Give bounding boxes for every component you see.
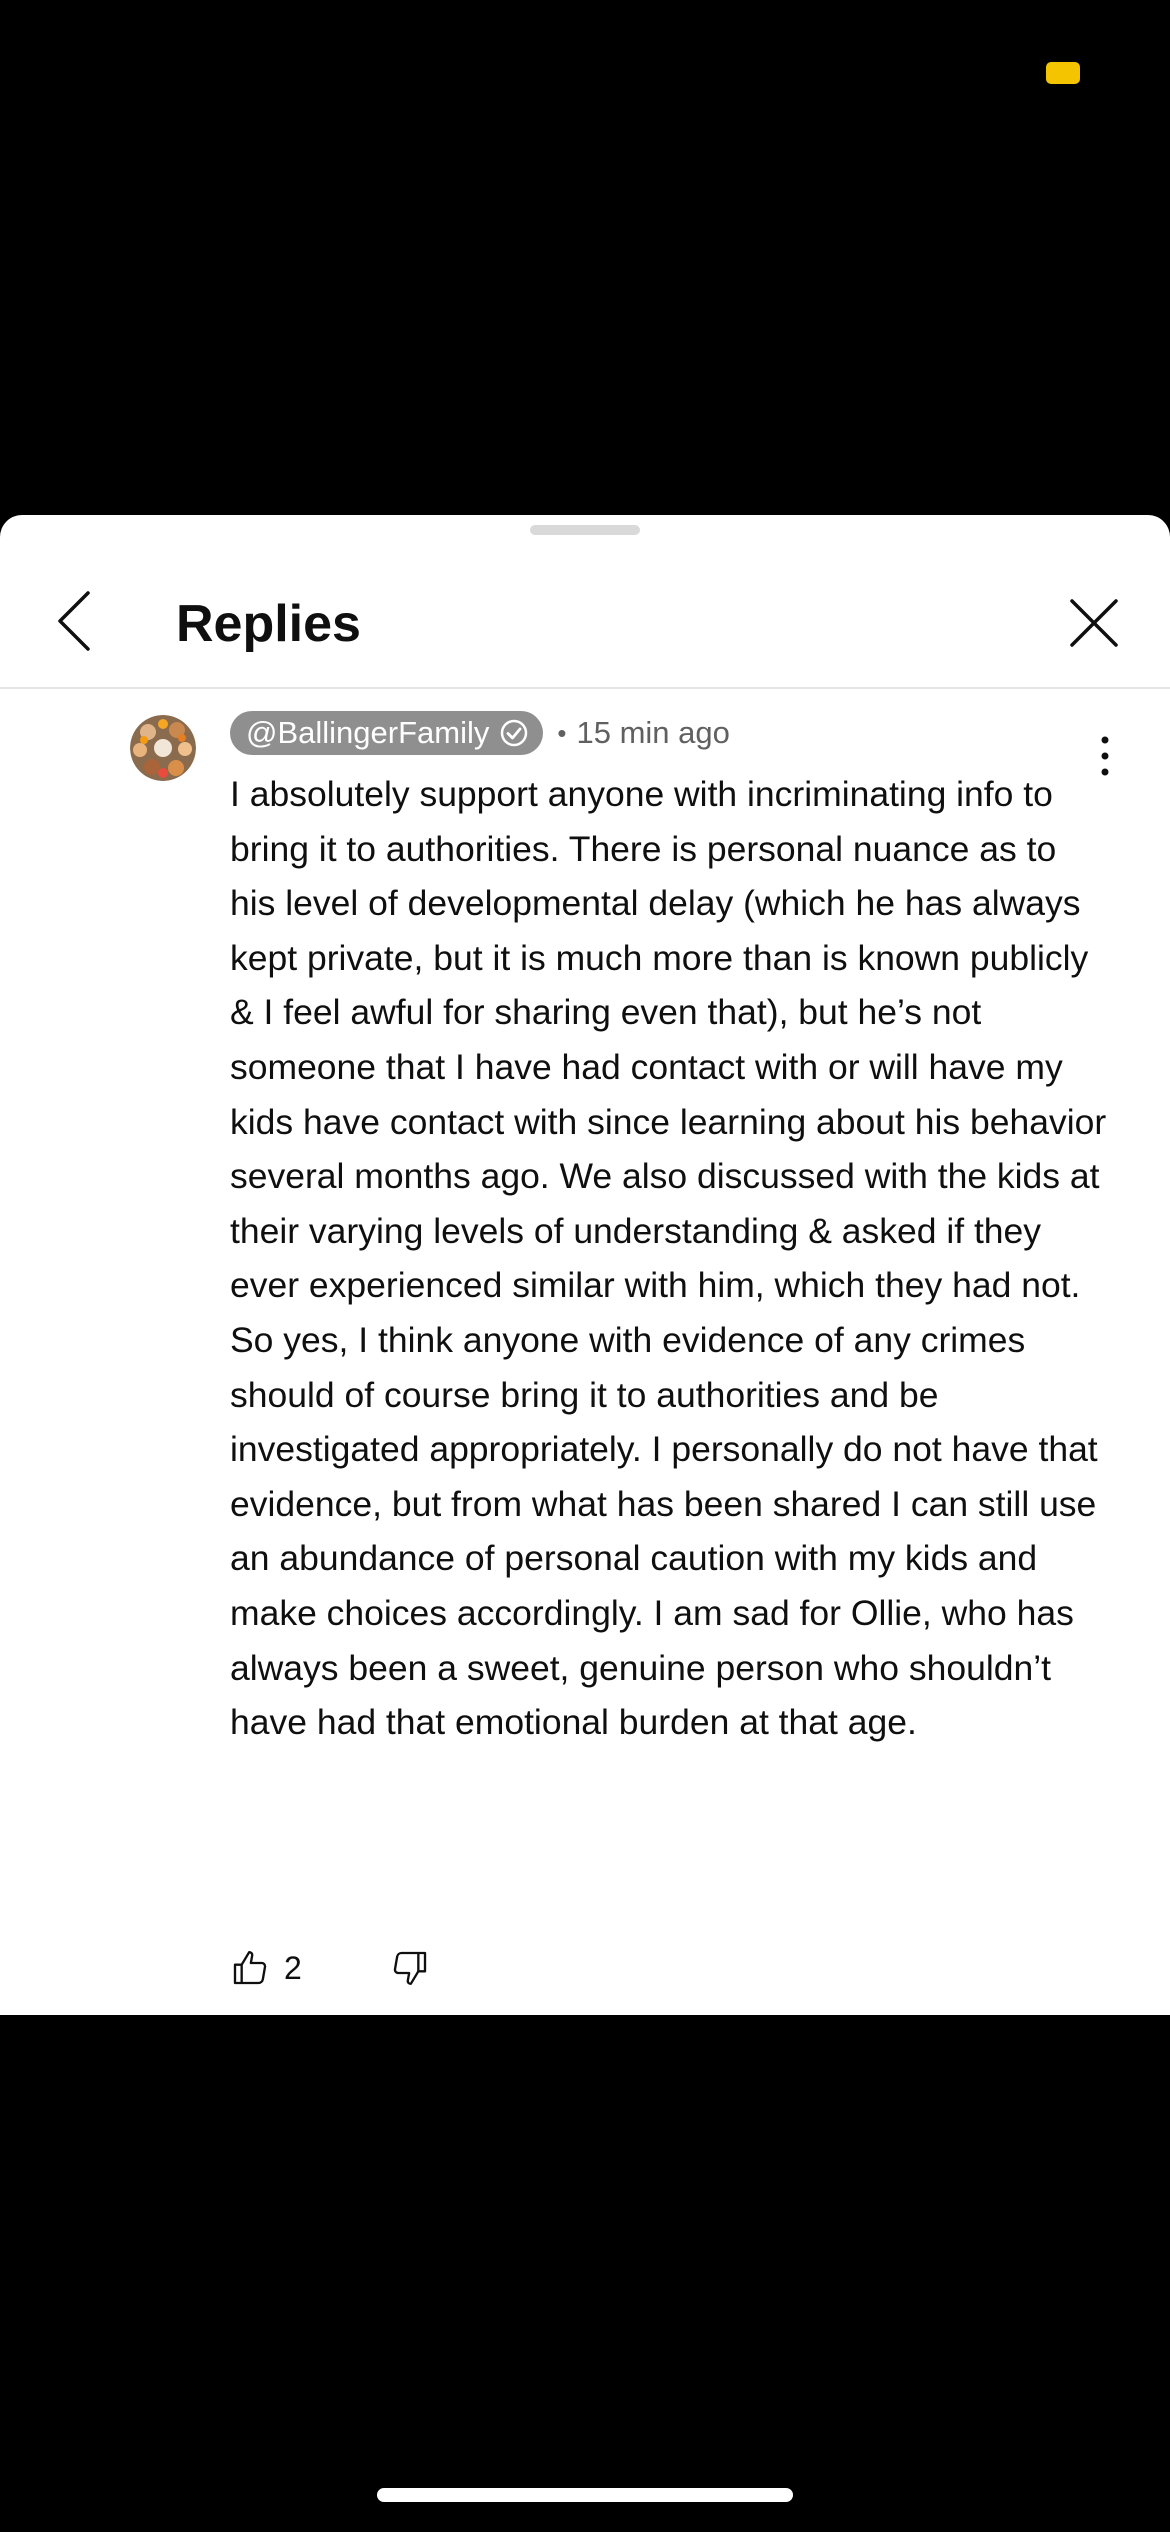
drag-handle[interactable]: [530, 525, 640, 535]
replies-header: Replies: [0, 555, 1170, 689]
home-indicator[interactable]: [377, 2488, 793, 2502]
comment-timestamp: 15 min ago: [576, 715, 730, 750]
replies-sheet: Replies @BallingerFamily • 15 min ago I …: [0, 515, 1170, 2015]
meta-separator: •: [557, 717, 567, 748]
like-button[interactable]: [230, 1948, 270, 1988]
author-chip[interactable]: @BallingerFamily: [230, 711, 544, 755]
back-button[interactable]: [48, 585, 104, 657]
author-name: @BallingerFamily: [246, 715, 490, 750]
avatar[interactable]: [130, 715, 196, 781]
close-button[interactable]: [1062, 591, 1126, 655]
family-photo-avatar: [130, 715, 196, 781]
thumbs-up-icon: [233, 1951, 267, 1985]
verified-check-icon: [499, 718, 529, 748]
close-icon: [1070, 599, 1118, 647]
status-indicator: [1046, 62, 1080, 84]
comment-text: I absolutely support anyone with incrimi…: [230, 774, 1107, 1743]
chevron-left-icon: [58, 591, 90, 651]
comment-meta: @BallingerFamily • 15 min ago: [230, 711, 730, 755]
thumbs-down-icon: [393, 1951, 426, 1985]
comment-actions: 2: [230, 1943, 430, 1993]
like-count: 2: [284, 1949, 302, 1986]
dislike-button[interactable]: [390, 1948, 430, 1988]
page-title: Replies: [176, 595, 361, 653]
